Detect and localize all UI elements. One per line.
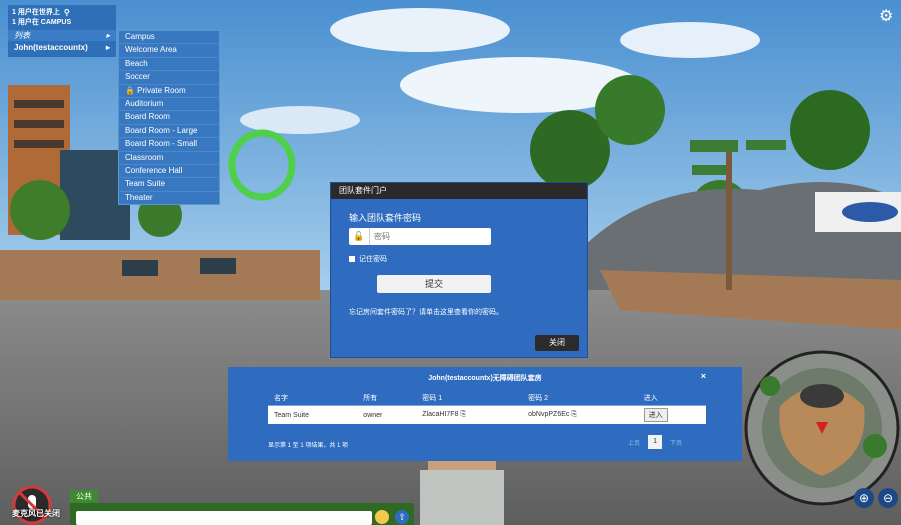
suite-dialog-title: John(testaccountx)无障碍团队套房 [428, 375, 542, 382]
column-header-password2[interactable]: 密码 2 [522, 391, 638, 406]
campus-count-row: 1 用户在 CAMPUS [8, 17, 116, 27]
column-header-owner[interactable]: 所有 [357, 391, 417, 406]
table-footer-info: 显示第 1 至 1 项结果，共 1 项 [268, 443, 349, 449]
column-header-name[interactable]: 名字 [268, 391, 358, 406]
zoom-in-icon[interactable]: ⊕ [854, 488, 874, 508]
room-menu-item[interactable]: Classroom [119, 152, 219, 165]
zoom-out-icon[interactable]: ⊖ [878, 488, 898, 508]
column-header-enter[interactable]: 进入 [637, 391, 706, 406]
suite-name: Team Suite [268, 405, 358, 424]
room-menu-item[interactable]: Board Room [119, 111, 219, 125]
copy-icon[interactable]: ⎘ [571, 411, 577, 418]
suite-table: 名字 所有 密码 1 密码 2 进入 Team Suite owner Zlac… [268, 391, 706, 424]
team-suite-list-dialog: John(testaccountx)无障碍团队套房 × 名字 所有 密码 1 密… [228, 367, 742, 461]
settings-icon[interactable]: ⚙ [879, 6, 897, 25]
campus-count: 1 用户在 CAMPUS [12, 19, 72, 26]
suite-password1: ZlacaHI7F8 ⎘ [416, 405, 523, 424]
room-menu-item[interactable]: Campus [119, 31, 219, 45]
chevron-right-icon: ▸ [105, 42, 110, 52]
remember-password[interactable]: 记住密码 [349, 254, 387, 264]
room-menu-item[interactable]: Board Room - Large [119, 125, 219, 139]
room-menu-item[interactable]: Team Suite [119, 178, 219, 192]
chat-box: ⇧ [70, 503, 414, 525]
close-button[interactable]: 关闭 [535, 335, 579, 351]
team-suite-password-dialog: 团队套件门户 输入团队套件密码 🔓 记住密码 提交 忘记房间套件密码了？请单击这… [331, 183, 587, 357]
password2-value: obNvpPZ6Ec [528, 411, 570, 418]
room-menu-item[interactable]: Auditorium [119, 98, 219, 112]
dialog-title: 团队套件门户 [331, 183, 587, 199]
online-users-panel: 1 用户在世界上 ⚲ 1 用户在 CAMPUS 列表 ▸ John(testac… [8, 5, 116, 57]
mute-status-label: 麦克风已关闭 [12, 509, 60, 518]
close-icon[interactable]: × [701, 371, 706, 381]
table-row: Team Suite owner ZlacaHI7F8 ⎘ obNvpPZ6Ec… [268, 405, 706, 424]
room-menu-item[interactable]: Theater [119, 192, 219, 204]
copy-icon[interactable]: ⎘ [460, 411, 466, 418]
remember-checkbox[interactable] [349, 256, 355, 262]
password-field-wrapper: 🔓 [349, 228, 491, 245]
user-list-item[interactable]: John(testaccountx) ▸ [8, 41, 116, 53]
online-count-row: 1 用户在世界上 ⚲ [8, 7, 116, 17]
room-menu-item[interactable]: 🔒 Private Room [119, 85, 219, 98]
user-list-dropdown[interactable]: 列表 ▸ [8, 30, 116, 41]
search-icon[interactable]: ⚲ [64, 8, 70, 17]
pagination: 上页 1 下页 [628, 435, 682, 449]
suite-enter-cell: 进入 [637, 405, 706, 424]
password-input[interactable] [370, 231, 486, 242]
room-menu: Campus Welcome Area Beach Soccer 🔒 Private R… [118, 30, 220, 206]
unlock-icon: 🔓 [349, 228, 370, 245]
prev-page-button[interactable]: 上页 [628, 438, 640, 447]
online-count: 1 用户在世界上 [12, 9, 60, 16]
room-menu-item[interactable]: Soccer [119, 71, 219, 85]
send-icon[interactable]: ⇧ [395, 510, 409, 524]
suite-owner: owner [357, 405, 417, 424]
room-menu-item[interactable]: Board Room - Small [119, 138, 219, 152]
column-header-password1[interactable]: 密码 1 [416, 391, 523, 406]
chat-tab-public[interactable]: 公共 [70, 490, 98, 503]
page-number[interactable]: 1 [648, 435, 663, 449]
enter-button[interactable]: 进入 [643, 408, 668, 422]
suite-password2: obNvpPZ6Ec ⎘ [522, 405, 638, 424]
emoji-icon[interactable] [375, 510, 389, 524]
password1-value: ZlacaHI7F8 [422, 411, 459, 418]
submit-button[interactable]: 提交 [377, 275, 491, 293]
password-label: 输入团队套件密码 [349, 213, 422, 223]
user-name: John(testaccountx) [14, 42, 88, 52]
next-page-button[interactable]: 下页 [670, 438, 682, 447]
dropdown-label: 列表 [14, 31, 30, 40]
minimap[interactable] [740, 346, 900, 516]
room-menu-item[interactable]: Conference Hall [119, 165, 219, 179]
remember-label: 记住密码 [359, 256, 387, 263]
room-menu-item[interactable]: Welcome Area [119, 44, 219, 58]
room-menu-item[interactable]: Beach [119, 58, 219, 72]
microphone-muted-icon[interactable] [12, 485, 52, 525]
forgot-password-link[interactable]: 忘记房间套件密码了？请单击这里查看你的密码。 [349, 307, 503, 317]
chevron-right-icon: ▸ [105, 31, 110, 40]
chat-input[interactable] [76, 511, 372, 525]
